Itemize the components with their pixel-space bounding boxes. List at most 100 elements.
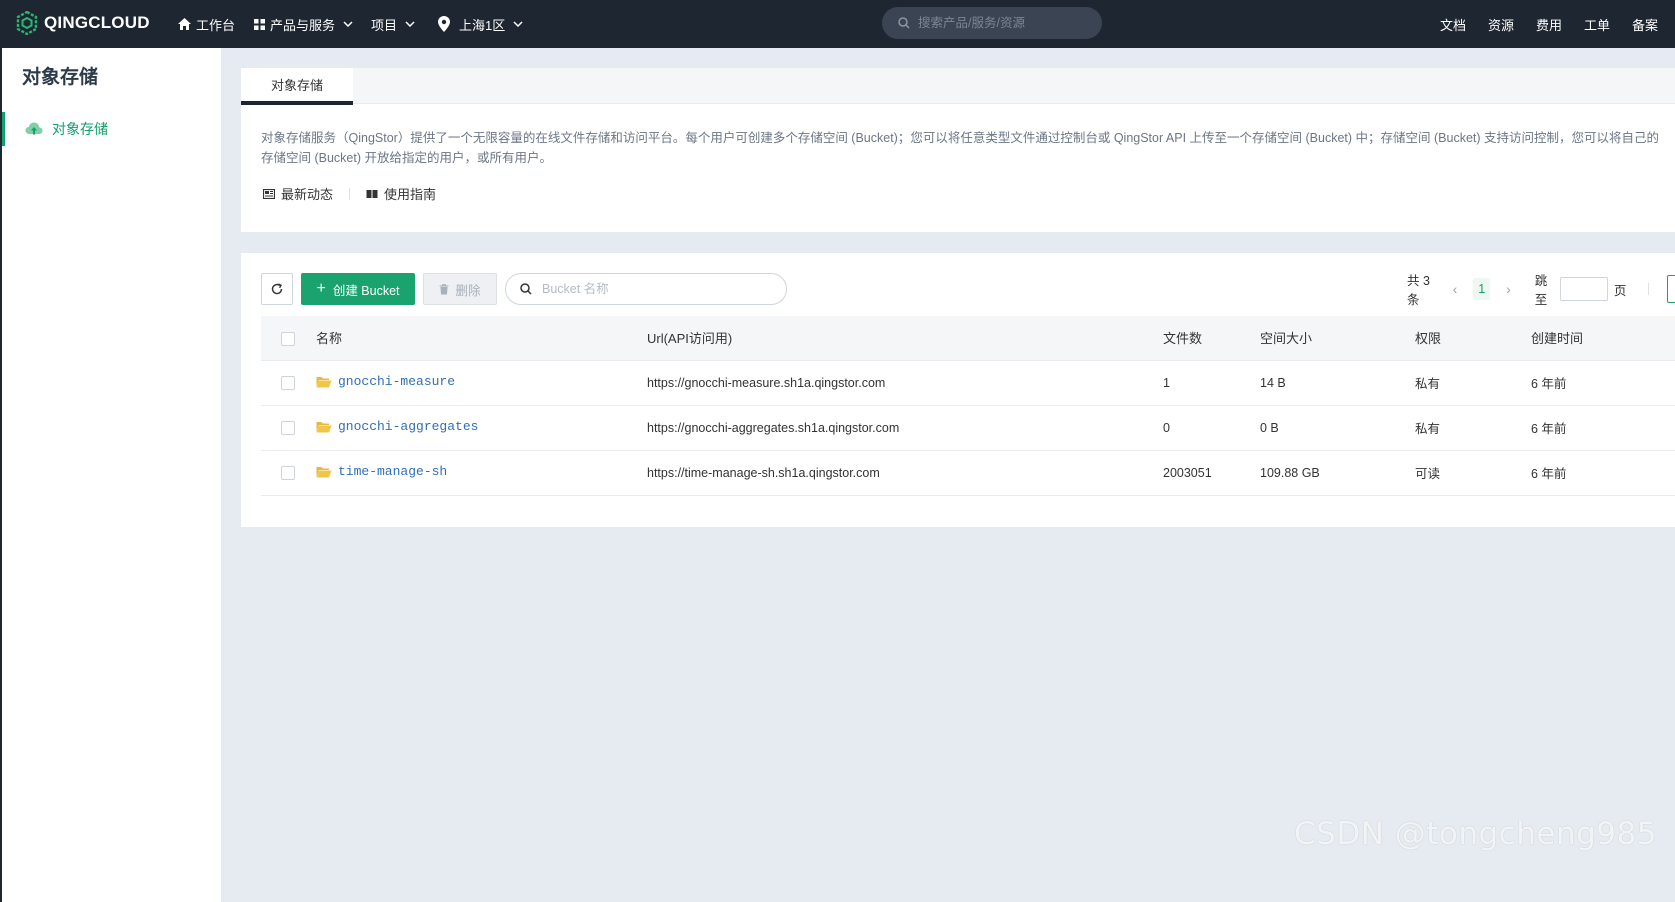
storage-size: 14 B	[1260, 375, 1286, 390]
global-search[interactable]	[882, 7, 1102, 39]
next-page-icon[interactable]: ›	[1498, 281, 1519, 297]
table-row[interactable]: time-manage-sh https://time-manage-sh.sh…	[261, 450, 1675, 495]
nav-region[interactable]: 上海1区	[438, 0, 523, 48]
intro-card: 对象存储 对象存储服务（QingStor）提供了一个无限容量的在线文件存储和访问…	[241, 68, 1675, 232]
bucket-search-input[interactable]	[542, 282, 772, 296]
permission: 可读	[1415, 467, 1441, 481]
nav-tickets[interactable]: 工单	[1584, 0, 1610, 48]
column-header-files[interactable]: 文件数	[1163, 316, 1260, 360]
nav-resources[interactable]: 资源	[1488, 0, 1514, 48]
bucket-list-card: + 创建 Bucket 删除 共 3 条 ‹ 1 › 跳至 页	[241, 253, 1675, 527]
nav-workbench[interactable]: 工作台	[178, 0, 235, 48]
bucket-name: gnocchi-measure	[338, 374, 456, 390]
jump-page-input[interactable]	[1559, 277, 1608, 301]
tab-object-storage[interactable]: 对象存储	[241, 68, 353, 105]
global-search-input[interactable]	[918, 16, 1078, 30]
refresh-icon	[271, 283, 283, 295]
user-guide-label: 使用指南	[384, 187, 437, 202]
file-count: 2003051	[1163, 465, 1212, 480]
storage-size: 109.88 GB	[1260, 465, 1320, 480]
nav-billing[interactable]: 费用	[1536, 0, 1562, 48]
chevron-down-icon	[513, 21, 523, 27]
sidebar: 对象存储 对象存储	[0, 48, 221, 902]
jump-label: 跳至	[1534, 274, 1548, 307]
search-icon	[520, 283, 532, 295]
create-bucket-button[interactable]: + 创建 Bucket	[301, 273, 415, 305]
column-header-name[interactable]: 名称	[316, 316, 647, 360]
file-count: 1	[1163, 375, 1170, 390]
bucket-name: gnocchi-aggregates	[338, 419, 479, 435]
created-time: 6 年前	[1531, 422, 1567, 436]
permission: 私有	[1415, 377, 1441, 391]
link-divider	[349, 187, 351, 200]
nav-products-label: 产品与服务	[270, 17, 336, 33]
top-nav: QINGCLOUD 工作台 产品与服务 项目 上海1区 文档 资源 费用 工单 …	[0, 0, 1675, 48]
service-description: 对象存储服务（QingStor）提供了一个无限容量的在线文件存储和访问平台。每个…	[261, 131, 1660, 165]
folder-open-icon	[316, 421, 332, 433]
column-header-created[interactable]: 创建时间	[1531, 316, 1675, 360]
location-pin-icon	[438, 16, 450, 32]
latest-news-link[interactable]: 最新动态	[263, 184, 333, 203]
bucket-search[interactable]	[505, 273, 787, 305]
nav-products[interactable]: 产品与服务	[254, 0, 353, 48]
nav-projects-label: 项目	[371, 17, 398, 33]
row-checkbox[interactable]	[281, 375, 295, 390]
create-bucket-label: 创建 Bucket	[332, 283, 400, 298]
refresh-button[interactable]	[261, 273, 293, 305]
bucket-name-link[interactable]: gnocchi-aggregates	[316, 419, 478, 434]
bucket-url: https://time-manage-sh.sh1a.qingstor.com	[647, 465, 880, 480]
nav-projects[interactable]: 项目	[371, 0, 415, 48]
nav-filing[interactable]: 备案	[1632, 0, 1658, 48]
settings-button[interactable]	[1667, 275, 1675, 303]
permission: 私有	[1415, 422, 1441, 436]
latest-news-label: 最新动态	[281, 187, 334, 202]
table-row[interactable]: gnocchi-aggregates https://gnocchi-aggre…	[261, 405, 1675, 450]
nav-docs[interactable]: 文档	[1440, 0, 1466, 48]
chevron-down-icon	[405, 21, 415, 27]
pagination: 共 3 条 ‹ 1 › 跳至 页	[1407, 273, 1675, 307]
created-time: 6 年前	[1531, 377, 1567, 391]
pager-divider	[1648, 283, 1650, 295]
bucket-url: https://gnocchi-measure.sh1a.qingstor.co…	[647, 375, 886, 390]
page-suffix: 页	[1613, 283, 1627, 298]
row-checkbox[interactable]	[281, 420, 295, 435]
nav-region-label: 上海1区	[459, 17, 506, 33]
total-count: 共 3 条	[1407, 274, 1430, 307]
bucket-toolbar: + 创建 Bucket 删除 共 3 条 ‹ 1 › 跳至 页	[261, 273, 1675, 307]
current-page[interactable]: 1	[1473, 278, 1491, 300]
logo-text: QINGCLOUD	[44, 13, 150, 32]
column-header-permission: 权限	[1415, 331, 1442, 347]
select-all-checkbox[interactable]	[281, 331, 295, 346]
table-header-row: 名称 Url(API访问用) 文件数 空间大小 权限 创建时间	[261, 316, 1675, 360]
watermark: CSDN @tongcheng985	[1294, 816, 1657, 852]
file-count: 0	[1163, 420, 1170, 435]
news-icon	[263, 188, 275, 199]
prev-page-icon[interactable]: ‹	[1445, 281, 1466, 297]
chevron-down-icon	[343, 21, 353, 27]
bucket-name-link[interactable]: gnocchi-measure	[316, 374, 455, 389]
folder-open-icon	[316, 466, 332, 478]
book-icon	[366, 189, 378, 198]
plus-icon: +	[316, 280, 326, 297]
cloud-upload-icon	[25, 122, 43, 135]
row-checkbox[interactable]	[281, 465, 295, 480]
column-header-size[interactable]: 空间大小	[1260, 316, 1415, 360]
storage-size: 0 B	[1260, 420, 1279, 435]
sidebar-item-object-storage[interactable]: 对象存储	[2, 112, 221, 146]
column-header-url: Url(API访问用)	[647, 331, 733, 347]
bucket-table: 名称 Url(API访问用) 文件数 空间大小 权限 创建时间 gnocchi-…	[261, 316, 1675, 496]
sidebar-title: 对象存储	[22, 67, 99, 88]
qingcloud-logo-icon	[16, 11, 38, 35]
created-time: 6 年前	[1531, 467, 1567, 481]
delete-button[interactable]: 删除	[423, 273, 497, 305]
table-row[interactable]: gnocchi-measure https://gnocchi-measure.…	[261, 360, 1675, 405]
bucket-name-link[interactable]: time-manage-sh	[316, 464, 447, 479]
user-guide-link[interactable]: 使用指南	[366, 184, 436, 203]
qingcloud-logo[interactable]: QINGCLOUD	[16, 11, 150, 35]
tab-bar: 对象存储	[241, 68, 1675, 105]
sidebar-item-label: 对象存储	[52, 121, 108, 137]
bucket-name: time-manage-sh	[338, 464, 448, 480]
intro-links: 最新动态 使用指南	[263, 184, 436, 203]
search-icon	[898, 17, 910, 29]
trash-icon	[439, 283, 449, 294]
